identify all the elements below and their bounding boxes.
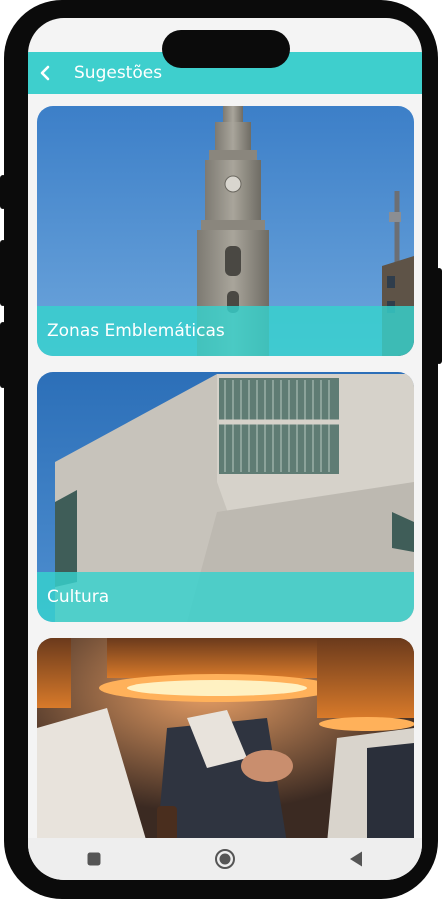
back-button[interactable] (32, 60, 58, 86)
recents-button[interactable] (74, 844, 114, 874)
camera-notch (162, 30, 290, 68)
kitchen-image (37, 638, 414, 843)
chevron-left-icon (40, 65, 50, 81)
card-label: Cultura (47, 587, 110, 607)
card-gastronomia[interactable] (37, 638, 414, 843)
home-button[interactable] (205, 844, 245, 874)
square-icon (87, 852, 101, 866)
volume-up-button (0, 240, 6, 306)
circle-icon (214, 849, 235, 869)
card-label-band: Zonas Emblemáticas (37, 306, 414, 356)
power-button (436, 268, 442, 364)
triangle-back-icon (350, 851, 363, 867)
phone-frame: Sugestões Zonas Emblemáticas Cultura (0, 0, 442, 899)
card-zonas-emblematicas[interactable]: Zonas Emblemáticas (37, 106, 414, 356)
screen: Sugestões Zonas Emblemáticas Cultura (28, 18, 422, 880)
card-cultura[interactable]: Cultura (37, 372, 414, 622)
page-title: Sugestões (74, 63, 163, 83)
silent-switch (0, 175, 6, 209)
system-nav-bar (28, 838, 422, 880)
volume-down-button (0, 322, 6, 388)
back-nav-button[interactable] (336, 844, 376, 874)
card-label-band: Cultura (37, 572, 414, 622)
card-label: Zonas Emblemáticas (47, 321, 225, 341)
